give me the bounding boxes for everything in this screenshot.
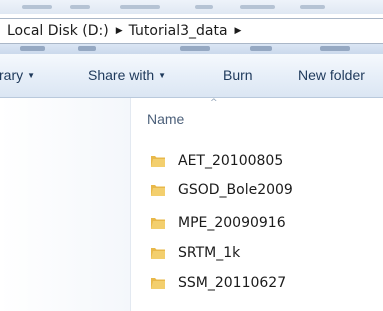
folder-icon [151,156,165,167]
list-item[interactable]: SSM_20110627 [150,272,286,294]
command-bar: rary ▼ Share with ▼ Burn New folder [0,54,383,98]
folder-icon [151,248,165,259]
share-with-label: Share with [88,67,155,83]
list-item[interactable]: MPE_20090916 [150,212,286,234]
column-header-name[interactable]: Name [147,111,184,127]
library-label: rary [0,67,24,83]
file-name: AET_20100805 [178,153,284,169]
list-item[interactable]: AET_20100805 [150,150,283,172]
breadcrumb-tutorial3-data[interactable]: Tutorial3_data [129,23,231,39]
folder-icon [151,278,165,289]
share-with-button[interactable]: Share with ▼ [88,67,166,83]
breadcrumb-arrow-icon[interactable]: ▶ [116,26,123,36]
chevron-down-icon: ▼ [27,71,36,80]
address-bottom-strip [0,44,383,54]
file-name: GSOD_Bole2009 [178,182,293,198]
breadcrumb-local-disk[interactable]: Local Disk (D:) [7,23,112,39]
list-item[interactable]: GSOD_Bole2009 [150,179,293,201]
list-item[interactable]: SRTM_1k [150,242,240,264]
chevron-down-icon: ▼ [158,71,167,80]
library-menu-button[interactable]: rary ▼ [0,67,35,83]
folder-icon [151,218,165,229]
file-name: SSM_20110627 [178,275,287,291]
sort-ascending-icon: ^ [210,98,218,108]
folder-icon [151,185,165,196]
window-top-strip [0,0,383,14]
new-folder-button[interactable]: New folder [298,67,365,83]
file-name: SRTM_1k [178,245,241,261]
navigation-pane[interactable] [0,98,131,311]
burn-button[interactable]: Burn [223,67,253,83]
address-bar[interactable]: Local Disk (D:) ▶ Tutorial3_data ▶ [0,18,383,44]
breadcrumb-arrow-icon[interactable]: ▶ [235,26,242,36]
file-name: MPE_20090916 [178,215,286,231]
